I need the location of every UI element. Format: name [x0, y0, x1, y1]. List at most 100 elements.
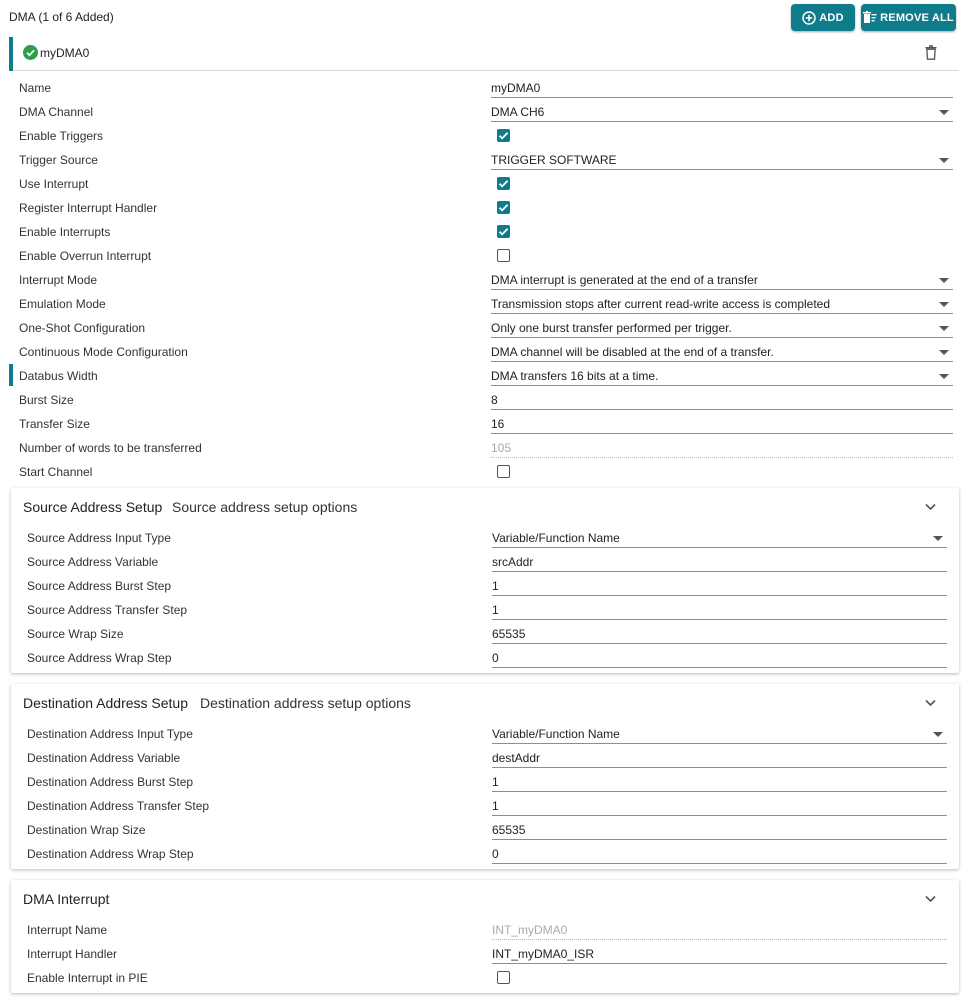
enable-pie-checkbox[interactable] [497, 971, 510, 984]
trigger-source-select[interactable]: TRIGGER SOFTWARE [491, 150, 953, 170]
databus-width-row: Databus Width DMA transfers 16 bits at a… [0, 364, 967, 388]
dma-channel-select[interactable]: DMA CH6 [491, 102, 953, 122]
destination-wrap-step-input[interactable]: 0 [492, 844, 947, 864]
transfer-size-label: Transfer Size [19, 417, 90, 431]
dropdown-arrow-icon [939, 350, 949, 355]
destination-burst-step-row: Destination Address Burst Step 1 [11, 770, 959, 794]
add-circle-icon [802, 10, 817, 25]
destination-transfer-step-input[interactable]: 1 [492, 796, 947, 816]
use-interrupt-checkbox[interactable] [497, 177, 510, 190]
interrupt-handler-input[interactable]: INT_myDMA0_ISR [492, 944, 947, 964]
enable-interrupts-checkbox[interactable] [497, 225, 510, 238]
enable-pie-label: Enable Interrupt in PIE [27, 971, 148, 985]
source-card-title[interactable]: Source Address Setup [23, 499, 162, 515]
enable-triggers-checkbox[interactable] [497, 129, 510, 142]
start-channel-row: Start Channel [0, 460, 967, 484]
enable-interrupts-label: Enable Interrupts [19, 225, 111, 239]
continuous-mode-select[interactable]: DMA channel will be disabled at the end … [491, 342, 953, 362]
name-input[interactable]: myDMA0 [491, 78, 953, 98]
dropdown-arrow-icon [939, 302, 949, 307]
interrupt-mode-label: Interrupt Mode [19, 273, 98, 287]
one-shot-label: One-Shot Configuration [19, 321, 146, 335]
interrupt-handler-row: Interrupt Handler INT_myDMA0_ISR [11, 942, 959, 966]
destination-card-title[interactable]: Destination Address Setup [23, 695, 188, 711]
name-row: Name myDMA0 [0, 76, 967, 100]
burst-size-input[interactable]: 8 [491, 390, 953, 410]
source-burst-step-row: Source Address Burst Step 1 [11, 574, 959, 598]
chevron-down-icon[interactable] [925, 892, 936, 906]
transfer-size-row: Transfer Size 16 [0, 412, 967, 436]
dropdown-arrow-icon [939, 278, 949, 283]
databus-width-select[interactable]: DMA transfers 16 bits at a time. [491, 366, 953, 386]
trigger-source-label: Trigger Source [19, 153, 98, 167]
destination-burst-step-input[interactable]: 1 [492, 772, 947, 792]
source-input-type-select[interactable]: Variable/Function Name [492, 528, 947, 548]
source-variable-input[interactable]: srcAddr [492, 552, 947, 572]
delete-sweep-icon [863, 11, 877, 24]
use-interrupt-row: Use Interrupt [0, 172, 967, 196]
interrupt-mode-select[interactable]: DMA interrupt is generated at the end of… [491, 270, 953, 290]
register-interrupt-handler-checkbox[interactable] [497, 201, 510, 214]
emulation-mode-select[interactable]: Transmission stops after current read-wr… [491, 294, 953, 314]
trash-icon[interactable] [925, 45, 937, 63]
add-button[interactable]: ADD [791, 4, 855, 31]
destination-card-description: Destination address setup options [200, 695, 411, 711]
dropdown-arrow-icon [933, 732, 943, 737]
dropdown-arrow-icon [933, 536, 943, 541]
source-input-type-row: Source Address Input Type Variable/Funct… [11, 526, 959, 550]
burst-size-row: Burst Size 8 [0, 388, 967, 412]
emulation-mode-label: Emulation Mode [19, 297, 106, 311]
source-variable-row: Source Address Variable srcAddr [11, 550, 959, 574]
source-wrap-step-input[interactable]: 0 [492, 648, 947, 668]
chevron-down-icon[interactable] [925, 696, 936, 710]
remove-all-button[interactable]: REMOVE ALL [861, 4, 956, 31]
chevron-down-icon[interactable] [925, 500, 936, 514]
start-channel-checkbox[interactable] [497, 465, 510, 478]
use-interrupt-label: Use Interrupt [19, 177, 89, 191]
transfer-size-input[interactable]: 16 [491, 414, 953, 434]
destination-input-type-label: Destination Address Input Type [27, 727, 193, 741]
one-shot-select[interactable]: Only one burst transfer performed per tr… [491, 318, 953, 338]
destination-wrap-size-input[interactable]: 65535 [492, 820, 947, 840]
dma-interrupt-card: DMA Interrupt Interrupt Name INT_myDMA0 … [11, 880, 959, 993]
destination-wrap-size-row: Destination Wrap Size 65535 [11, 818, 959, 842]
source-wrap-step-label: Source Address Wrap Step [27, 651, 172, 665]
destination-variable-input[interactable]: destAddr [492, 748, 947, 768]
trigger-source-value: TRIGGER SOFTWARE [491, 153, 617, 167]
emulation-mode-row: Emulation Mode Transmission stops after … [0, 292, 967, 316]
enable-overrun-interrupt-row: Enable Overrun Interrupt [0, 244, 967, 268]
interrupt-card-title[interactable]: DMA Interrupt [23, 891, 109, 907]
continuous-mode-label: Continuous Mode Configuration [19, 345, 188, 359]
destination-wrap-step-label: Destination Address Wrap Step [27, 847, 194, 861]
destination-variable-row: Destination Address Variable destAddr [11, 746, 959, 770]
interrupt-mode-row: Interrupt Mode DMA interrupt is generate… [0, 268, 967, 292]
module-title: DMA (1 of 6 Added) [9, 10, 114, 24]
source-transfer-step-row: Source Address Transfer Step 1 [11, 598, 959, 622]
databus-width-label: Databus Width [19, 369, 98, 383]
destination-input-type-value: Variable/Function Name [492, 727, 620, 741]
interrupt-name-row: Interrupt Name INT_myDMA0 [11, 918, 959, 942]
register-interrupt-handler-row: Register Interrupt Handler [0, 196, 967, 220]
destination-input-type-select[interactable]: Variable/Function Name [492, 724, 947, 744]
destination-transfer-step-label: Destination Address Transfer Step [27, 799, 210, 813]
instance-row[interactable]: myDMA0 [9, 37, 959, 71]
dropdown-arrow-icon [939, 158, 949, 163]
source-wrap-size-label: Source Wrap Size [27, 627, 124, 641]
source-transfer-step-input[interactable]: 1 [492, 600, 947, 620]
name-label: Name [19, 81, 52, 95]
num-words-row: Number of words to be transferred 105 [0, 436, 967, 460]
destination-address-card: Destination Address Setup Destination ad… [11, 684, 959, 869]
source-variable-label: Source Address Variable [27, 555, 159, 569]
check-circle-icon [23, 45, 38, 63]
enable-triggers-label: Enable Triggers [19, 129, 104, 143]
enable-overrun-interrupt-checkbox[interactable] [497, 249, 510, 262]
source-wrap-size-input[interactable]: 65535 [492, 624, 947, 644]
remove-all-button-label: REMOVE ALL [880, 11, 954, 24]
one-shot-row: One-Shot Configuration Only one burst tr… [0, 316, 967, 340]
source-burst-step-input[interactable]: 1 [492, 576, 947, 596]
module-header: DMA (1 of 6 Added) ADD REMOVE ALL [0, 0, 967, 36]
num-words-label: Number of words to be transferred [19, 441, 202, 455]
enable-pie-row: Enable Interrupt in PIE [11, 966, 959, 990]
interrupt-name-readonly: INT_myDMA0 [492, 920, 947, 940]
source-wrap-step-row: Source Address Wrap Step 0 [11, 646, 959, 670]
